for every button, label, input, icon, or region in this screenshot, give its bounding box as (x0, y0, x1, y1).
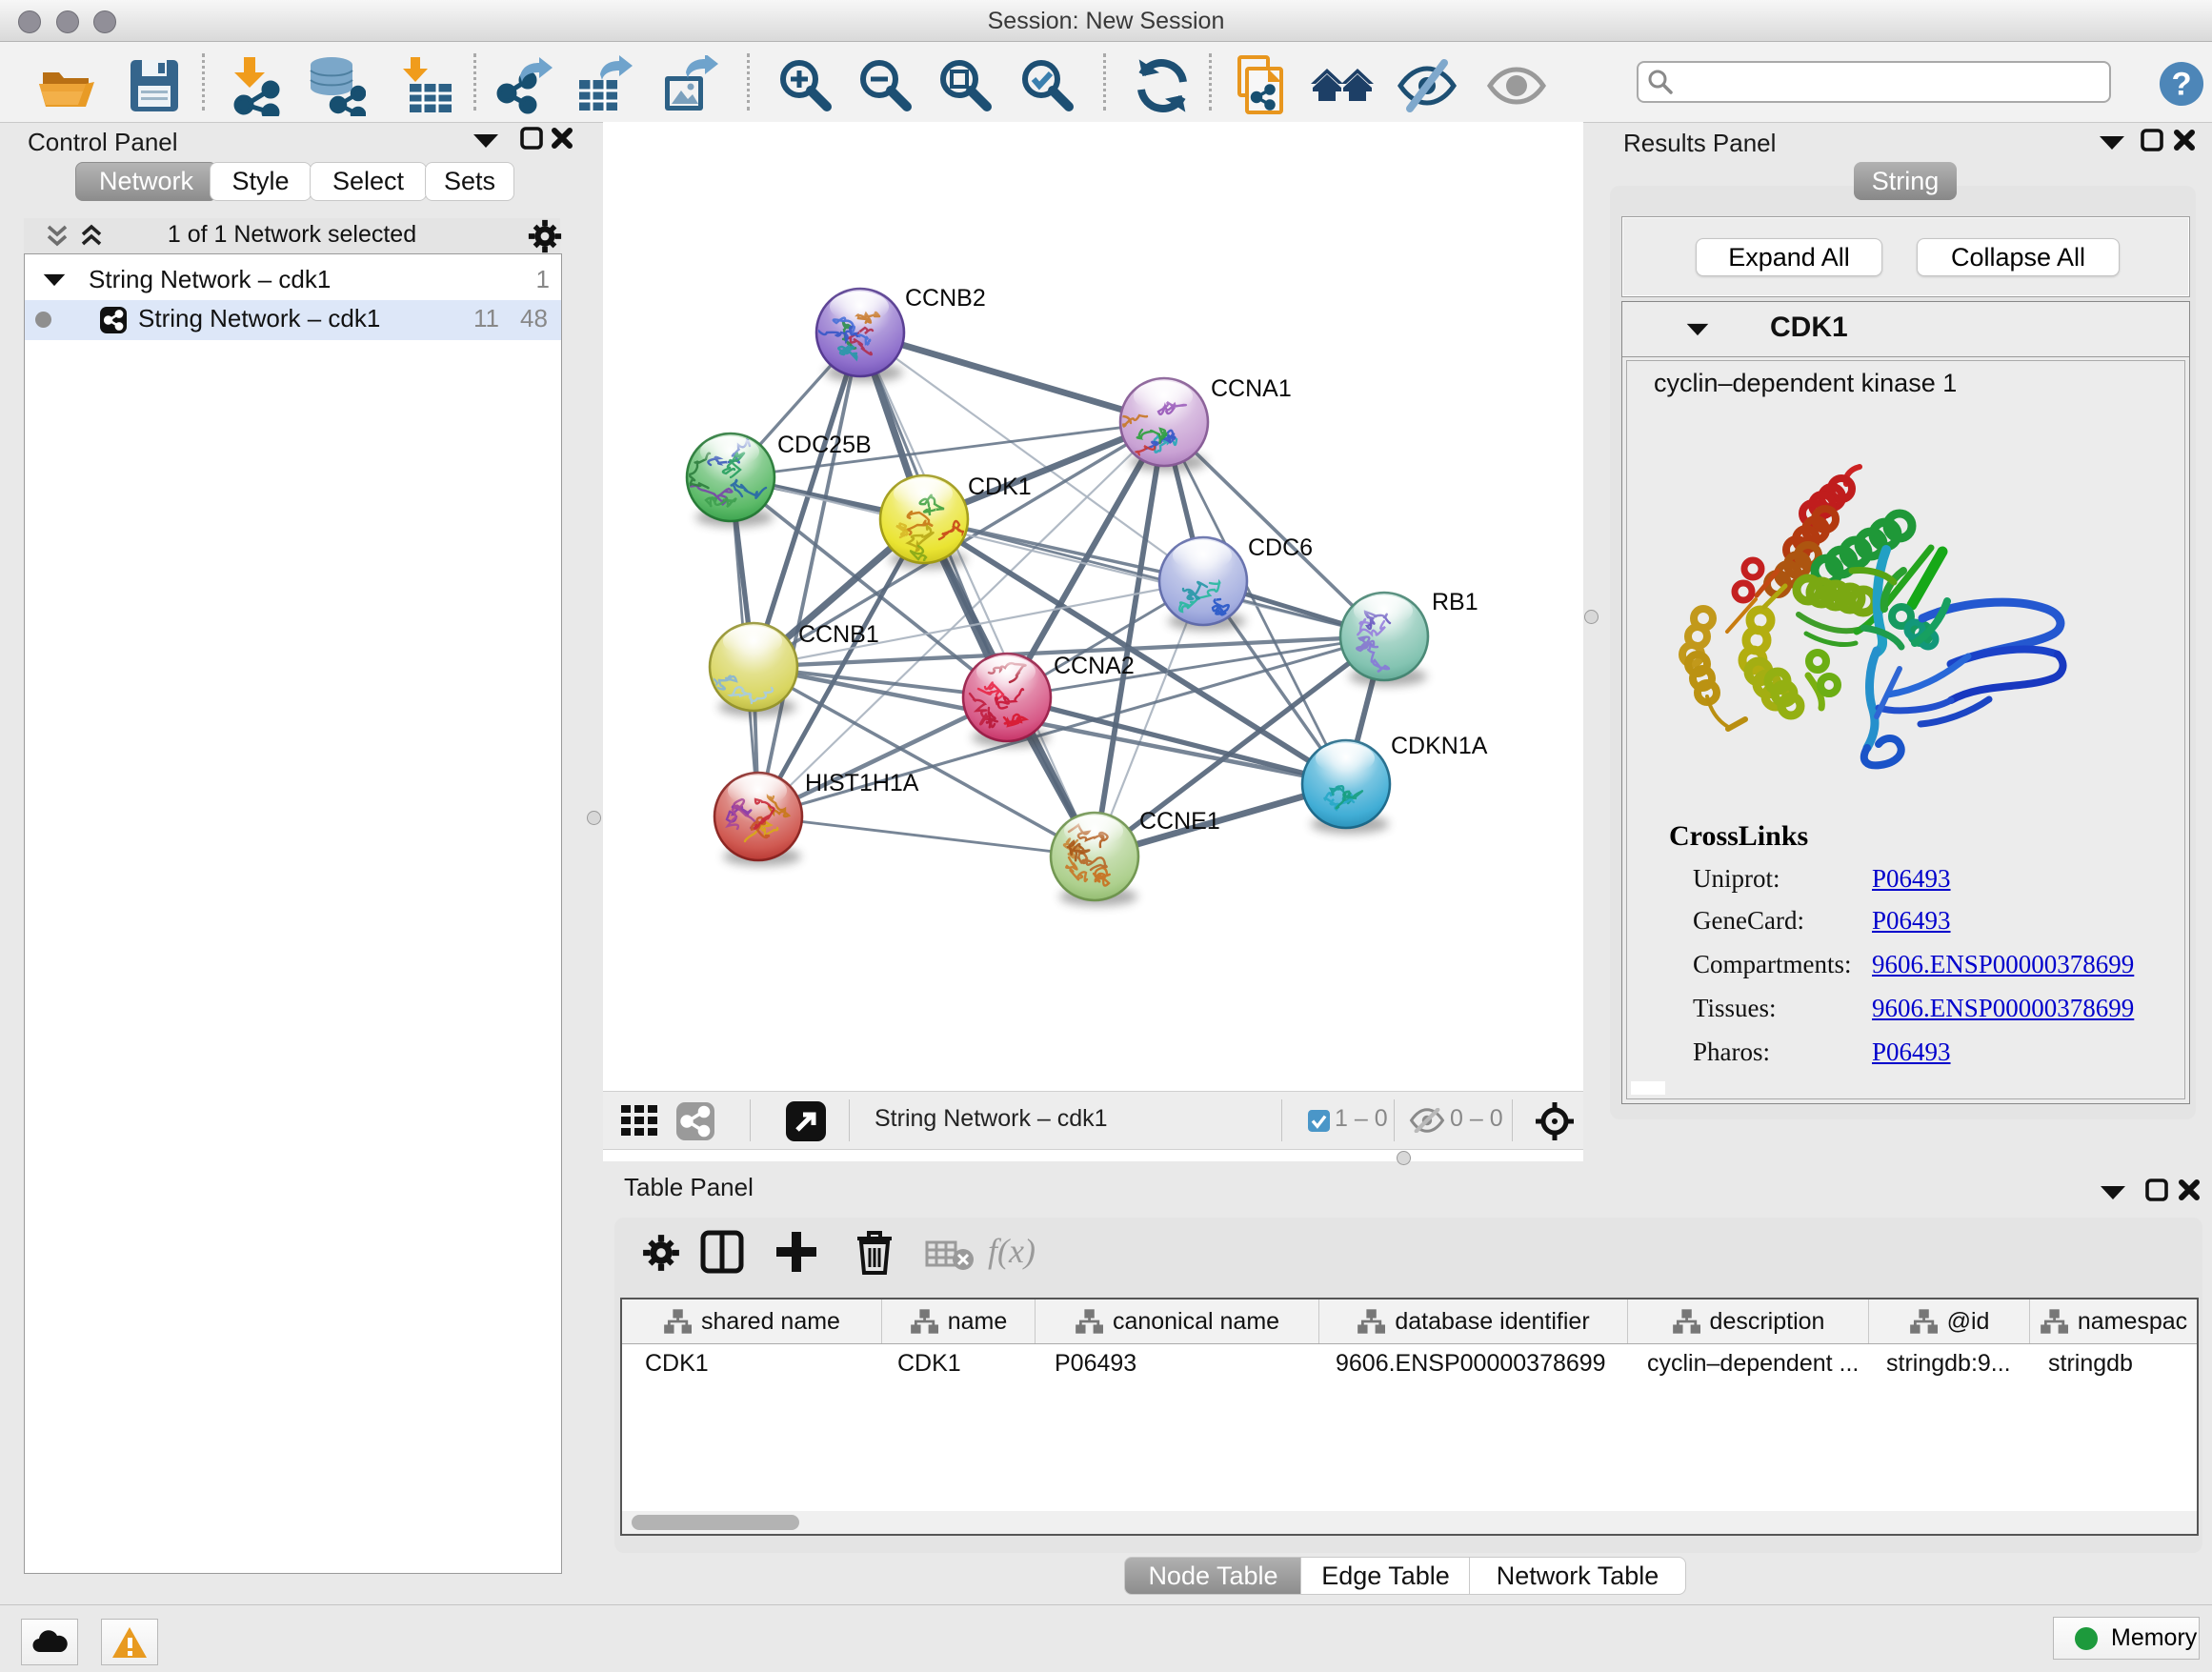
svg-text:CCNB1: CCNB1 (798, 621, 879, 648)
svg-text:CCNA1: CCNA1 (1211, 375, 1292, 402)
svg-text:CDK1: CDK1 (968, 473, 1032, 500)
svg-text:CDC6: CDC6 (1248, 534, 1313, 561)
svg-text:CCNA2: CCNA2 (1054, 653, 1135, 679)
svg-text:RB1: RB1 (1432, 589, 1478, 615)
svg-text:?: ? (2171, 67, 2191, 103)
svg-text:HIST1H1A: HIST1H1A (805, 770, 919, 796)
svg-text:CCNE1: CCNE1 (1139, 808, 1220, 835)
svg-text:CDKN1A: CDKN1A (1391, 733, 1488, 759)
svg-text:CDC25B: CDC25B (777, 432, 872, 458)
svg-text:CCNB2: CCNB2 (905, 285, 986, 312)
